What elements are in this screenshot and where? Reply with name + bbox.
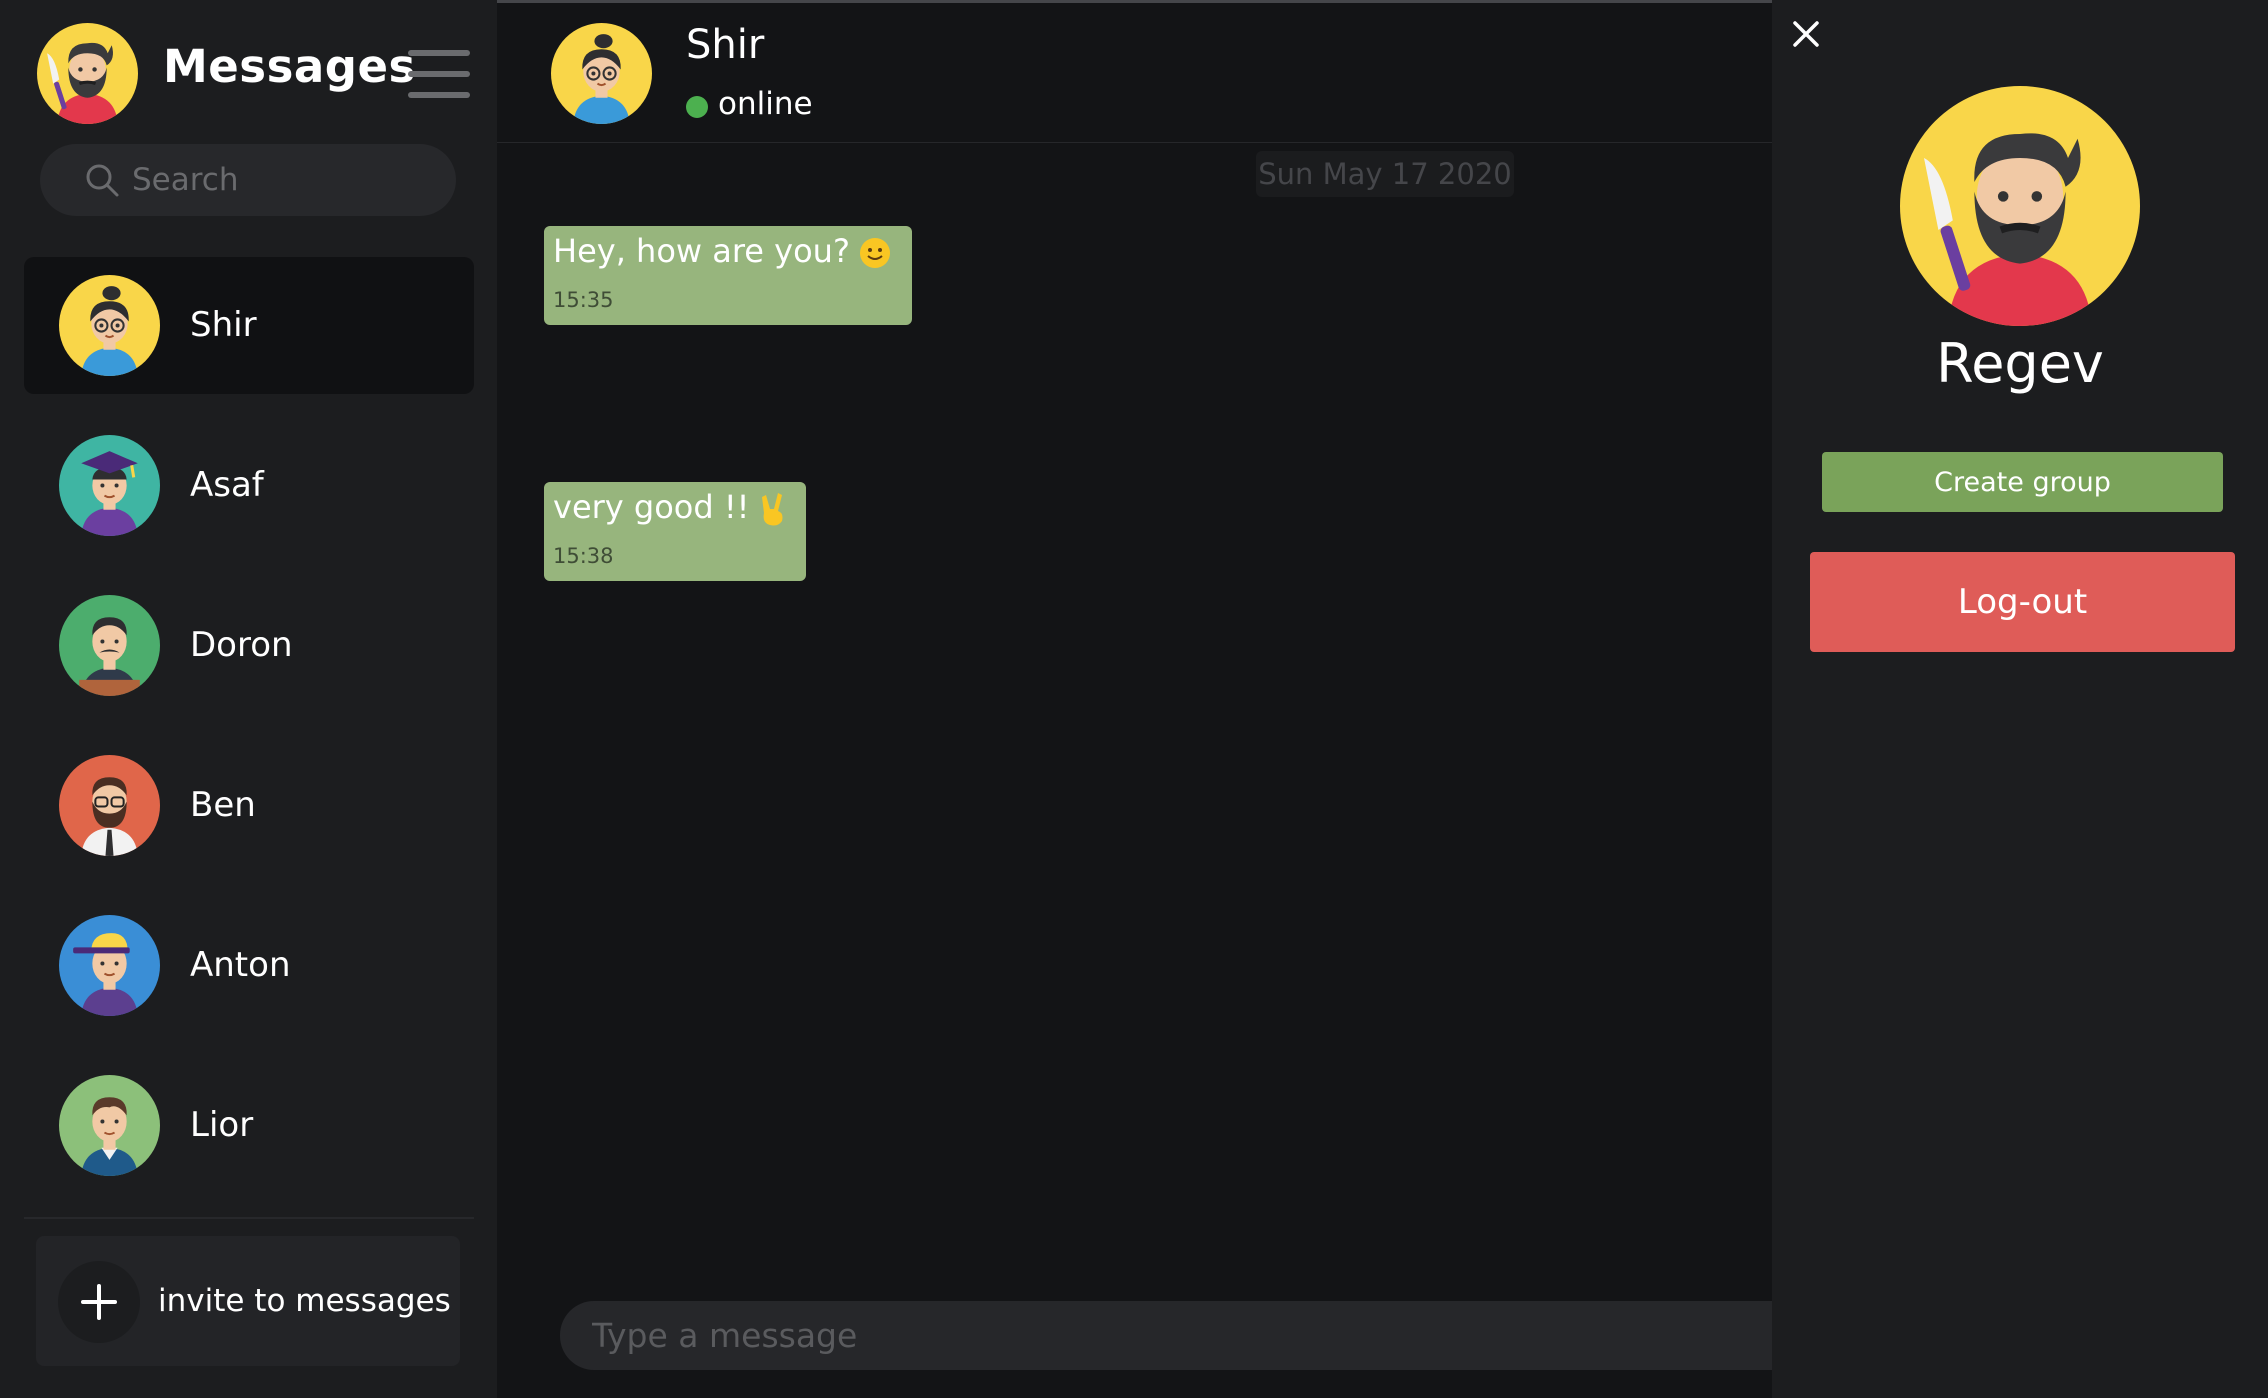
message-composer[interactable] — [560, 1301, 1772, 1370]
create-group-button[interactable]: Create group — [1822, 452, 2223, 512]
chat-status: online — [718, 86, 813, 122]
contact-name: Doron — [190, 625, 293, 665]
app-window: Messages Shir Asaf Doron Ben — [0, 0, 2268, 1398]
plus-icon — [58, 1261, 140, 1343]
invite-button[interactable]: invite to messages — [36, 1236, 460, 1366]
message-input[interactable] — [592, 1301, 1752, 1370]
ben-avatar — [59, 755, 160, 856]
message-bubble[interactable]: very good !! 15:38 — [544, 482, 806, 581]
contact-item-ben[interactable]: Ben — [24, 737, 474, 874]
message-text-row: Hey, how are you? — [553, 232, 892, 270]
menu-icon[interactable] — [408, 50, 470, 98]
search-box[interactable] — [40, 144, 456, 216]
anton-avatar — [59, 915, 160, 1016]
asaf-avatar — [59, 435, 160, 536]
message-text: Hey, how are you? — [553, 232, 850, 270]
shir-avatar — [59, 275, 160, 376]
contact-name: Shir — [190, 305, 257, 345]
online-status-dot — [686, 96, 708, 118]
message-text: very good !! — [553, 488, 750, 526]
contact-name: Anton — [190, 945, 291, 985]
message-text-row: very good !! — [553, 488, 788, 527]
message-time: 15:35 — [553, 288, 614, 312]
contact-item-shir[interactable]: Shir — [24, 257, 474, 394]
contact-name: Lior — [190, 1105, 254, 1145]
logout-button[interactable]: Log-out — [1810, 552, 2235, 652]
profile-panel: Regev Create group Log-out — [1772, 0, 2268, 1398]
current-user-avatar[interactable] — [37, 23, 138, 124]
profile-name: Regev — [1936, 332, 2104, 395]
victory-hand-icon — [761, 493, 782, 526]
contact-name: Ben — [190, 785, 256, 825]
smiling-face-icon — [859, 238, 890, 268]
message-bubble[interactable]: Hey, how are you? 15:35 — [544, 226, 912, 325]
sidebar-title: Messages — [163, 40, 416, 93]
message-time: 15:38 — [553, 544, 614, 568]
chat-contact-name: Shir — [686, 22, 765, 68]
close-icon[interactable] — [1790, 18, 1822, 50]
date-divider: Sun May 17 2020 — [1256, 151, 1514, 197]
chat-header-divider — [497, 142, 1772, 143]
contact-name: Asaf — [190, 465, 264, 505]
doron-avatar — [59, 595, 160, 696]
contact-item-lior[interactable]: Lior — [24, 1057, 474, 1194]
contact-item-doron[interactable]: Doron — [24, 577, 474, 714]
profile-avatar — [1900, 86, 2140, 326]
invite-label: invite to messages — [158, 1283, 451, 1319]
contact-item-asaf[interactable]: Asaf — [24, 417, 474, 554]
contact-item-anton[interactable]: Anton — [24, 897, 474, 1034]
sidebar: Messages Shir Asaf Doron Ben — [0, 0, 497, 1398]
chat-contact-avatar[interactable] — [551, 23, 652, 124]
sidebar-divider — [24, 1217, 474, 1219]
search-input[interactable] — [132, 144, 432, 216]
lior-avatar — [59, 1075, 160, 1176]
search-icon — [86, 164, 119, 197]
